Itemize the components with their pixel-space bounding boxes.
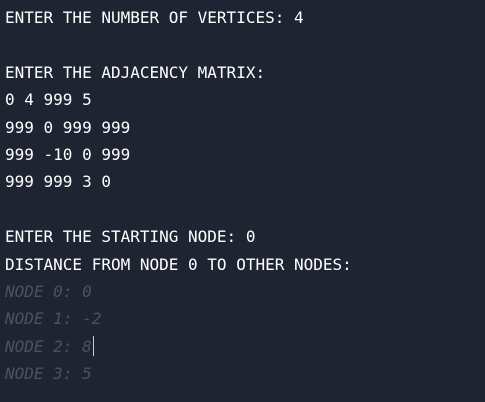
node-0-distance-line: NODE 0: 0 [5,281,92,301]
adjacency-prompt-line: ENTER THE ADJACENCY MATRIX: [5,62,266,82]
distance-header-line: DISTANCE FROM NODE 0 TO OTHER NODES: [5,254,352,274]
text-cursor [92,335,94,356]
matrix-row-0: 0 4 999 5 [5,90,92,110]
matrix-row-3: 999 999 3 0 [5,172,111,192]
node-2-distance-line: NODE 2: 8 [5,336,92,356]
matrix-row-1: 999 0 999 999 [5,117,131,137]
node-3-distance-line: NODE 3: 5 [5,364,92,384]
starting-node-prompt-line: ENTER THE STARTING NODE: 0 [5,227,256,247]
vertices-prompt-line: ENTER THE NUMBER OF VERTICES: 4 [5,8,304,27]
node-1-distance-line: NODE 1: -2 [5,309,102,329]
node-2-distance-row: NODE 2: 8 [5,333,485,360]
terminal-output[interactable]: ENTER THE NUMBER OF VERTICES: 4 ENTER TH… [0,0,485,402]
matrix-row-2: 999 -10 0 999 [5,144,131,164]
